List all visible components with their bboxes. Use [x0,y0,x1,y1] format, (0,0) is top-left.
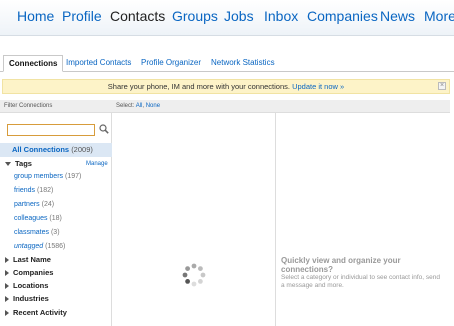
tag-item[interactable]: partners (24) [14,200,54,210]
all-connections-item[interactable]: All Connections (2009) [0,143,112,157]
notice-text: Share your phone, IM and more with your … [107,82,290,91]
select-separator: , [142,103,145,109]
all-connections-count: (2009) [71,145,93,154]
section-label: Locations [13,281,49,290]
select-none-link[interactable]: None [146,103,160,109]
search-input[interactable] [7,124,95,136]
filter-section-last-name[interactable]: Last Name [5,254,51,266]
manage-tags-link[interactable]: Manage [86,158,108,170]
nav-groups[interactable]: Groups [172,8,218,24]
filter-header: Filter Connections [0,100,112,113]
tag-count: (1586) [45,243,66,250]
close-icon[interactable]: × [438,82,446,90]
tab-connections[interactable]: Connections [3,55,64,72]
tag-item[interactable]: colleagues (18) [14,214,62,224]
tag-count: (3) [50,229,60,236]
tag-count: (182) [36,187,54,194]
filter-section-locations[interactable]: Locations [5,280,48,292]
nav-companies[interactable]: Companies [307,8,378,24]
section-label: Industries [13,294,49,303]
filter-section-industries[interactable]: Industries [5,293,49,305]
tag-item[interactable]: group members (197) [14,172,81,182]
nav-home[interactable]: Home [17,8,54,24]
filter-section-companies[interactable]: Companies [5,267,53,279]
tag-name: untagged [14,243,44,250]
connection-tabs: Connections Imported Contacts Profile Or… [0,55,454,72]
tag-count: (18) [49,215,62,222]
contact-detail-panel: Quickly view and organize your connectio… [276,113,450,326]
tag-name: partners [14,201,40,208]
tags-label: Tags [15,159,32,168]
tag-name: colleagues [14,215,48,222]
tag-item[interactable]: friends (182) [14,186,53,196]
tag-name: classmates [14,229,50,236]
detail-heading: Quickly view and organize your connectio… [281,256,401,274]
filter-section-recent-activity[interactable]: Recent Activity [5,307,67,319]
nav-inbox[interactable]: Inbox [264,8,298,24]
loading-spinner-icon [182,263,206,287]
filter-header-label: Filter Connections [4,103,53,109]
section-label: Companies [13,268,54,277]
nav-jobs[interactable]: Jobs [224,8,254,24]
chevron-right-icon [5,283,9,290]
tag-item[interactable]: classmates (3) [14,228,60,238]
notice-update-link[interactable]: Update it now » [292,82,344,91]
section-label: Recent Activity [13,308,67,317]
filter-panel: All Connections (2009) Tags Manage group… [0,113,112,326]
search-icon[interactable] [99,124,109,134]
tab-profile-organizer[interactable]: Profile Organizer [141,55,201,72]
chevron-right-icon [5,257,9,264]
tags-toggle[interactable]: Tags [5,158,32,170]
tag-item[interactable]: untagged (1586) [14,242,65,252]
tab-imported-contacts[interactable]: Imported Contacts [66,55,131,72]
tag-count: (197) [64,173,82,180]
nav-more[interactable]: More [424,8,454,24]
tag-count: (24) [41,201,55,208]
top-navigation: Home Profile Contacts Groups Jobs Inbox … [0,0,454,36]
nav-contacts[interactable]: Contacts [110,8,165,24]
all-connections-label: All Connections [12,145,70,154]
select-label: Select: [116,103,135,109]
select-header: Select: All, None [112,100,450,113]
section-label: Last Name [13,255,51,264]
nav-profile[interactable]: Profile [62,8,102,24]
tag-name: friends [14,187,36,194]
connections-list-panel [112,113,276,326]
chevron-right-icon [5,270,9,277]
notice-bar: Share your phone, IM and more with your … [2,79,450,94]
chevron-down-icon [5,162,11,167]
chevron-right-icon [5,296,9,303]
detail-body: Select a category or individual to see c… [281,274,440,289]
tag-name: group members [14,173,64,180]
chevron-right-icon [5,310,9,317]
nav-news[interactable]: News [380,8,415,24]
tab-network-statistics[interactable]: Network Statistics [211,55,275,72]
